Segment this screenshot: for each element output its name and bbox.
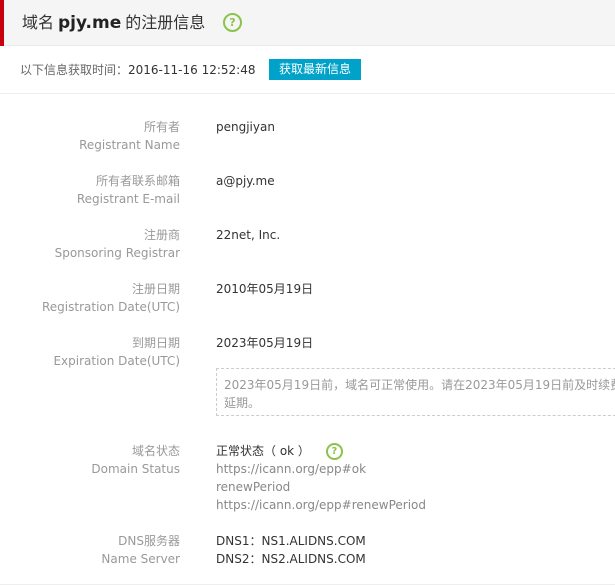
expiration-notice-line1: 2023年05月19日前，域名可正常使用。请在2023年05月19日前及时续费 (224, 378, 615, 392)
help-icon[interactable]: ? (223, 13, 242, 32)
registrar-label-en: Sponsoring Registrar (54, 246, 180, 260)
expiration-date-value: 2023年05月19日 (216, 336, 314, 350)
status-link-ok: https://icann.org/epp#ok (216, 462, 367, 476)
domain-status-value: 正常状态（ ok ）? https://icann.org/epp#ok ren… (216, 442, 426, 514)
domain-status-main: 正常状态（ ok ）? (216, 442, 426, 460)
fetch-time-text: 以下信息获取时间：2016-11-16 12:52:48 (20, 61, 255, 78)
name-server-2: DNS2：NS2.ALIDNS.COM (216, 552, 366, 566)
registration-date-label-cn: 注册日期 (131, 282, 180, 296)
registration-date-value: 2010年05月19日 (216, 282, 314, 296)
domain-status-label-cn: 域名状态 (131, 444, 180, 458)
registrant-email-label: 所有者联系邮箱 Registrant E-mail (77, 172, 180, 208)
status-renew-period: renewPeriod (216, 480, 291, 494)
page-header: 域名 pjy.me 的注册信息 ? (0, 0, 615, 46)
domain-status-text: 正常状态（ ok ） (216, 444, 310, 458)
expiration-date-label: 到期日期 Expiration Date(UTC) (53, 334, 180, 370)
registrant-email-value: a@pjy.me (216, 174, 275, 188)
status-help-icon[interactable]: ? (325, 443, 343, 460)
registration-date-label: 注册日期 Registration Date(UTC) (42, 280, 180, 316)
registrant-name-label-en: Registrant Name (79, 138, 180, 152)
registrar-label-cn: 注册商 (143, 228, 180, 242)
refresh-info-button[interactable]: 获取最新信息 (269, 59, 361, 80)
registrant-email-label-cn: 所有者联系邮箱 (95, 174, 180, 188)
header-accent-bar (0, 0, 4, 46)
domain-status-label: 域名状态 Domain Status (91, 442, 180, 478)
fetch-timestamp: 2016-11-16 12:52:48 (128, 63, 256, 77)
expiration-notice-line2: 延期。 (224, 396, 261, 410)
status-link-renew-period: https://icann.org/epp#renewPeriod (216, 498, 426, 512)
page-title: 域名 pjy.me 的注册信息 (22, 12, 205, 34)
title-domain: pjy.me (58, 13, 122, 33)
domain-status-label-en: Domain Status (91, 462, 180, 476)
registrar-label: 注册商 Sponsoring Registrar (55, 226, 180, 262)
registrant-email-label-en: Registrant E-mail (76, 192, 180, 206)
expiration-date-label-cn: 到期日期 (131, 336, 180, 350)
expiration-date-label-en: Expiration Date(UTC) (53, 354, 180, 368)
fetch-time-label: 以下信息获取时间： (20, 63, 129, 77)
registration-date-label-en: Registration Date(UTC) (41, 300, 180, 314)
registrant-name-label-cn: 所有者 (143, 120, 180, 134)
title-suffix: 的注册信息 (125, 13, 206, 32)
name-server-value: DNS1：NS1.ALIDNS.COM DNS2：NS2.ALIDNS.COM (216, 532, 366, 568)
name-server-1: DNS1：NS1.ALIDNS.COM (216, 534, 366, 548)
bottom-divider (0, 584, 615, 585)
name-server-label-cn: DNS服务器 (118, 534, 180, 548)
registrant-name-label: 所有者 Registrant Name (79, 118, 180, 154)
registrar-value: 22net, Inc. (216, 228, 281, 242)
name-server-label: DNS服务器 Name Server (101, 532, 180, 568)
registrant-name-value: pengjiyan (216, 120, 275, 134)
fetch-time-row: 以下信息获取时间：2016-11-16 12:52:48 获取最新信息 (0, 46, 615, 94)
name-server-label-en: Name Server (101, 552, 180, 566)
title-prefix: 域名 (22, 13, 55, 32)
expiration-notice: 2023年05月19日前，域名可正常使用。请在2023年05月19日前及时续费 … (216, 368, 615, 416)
